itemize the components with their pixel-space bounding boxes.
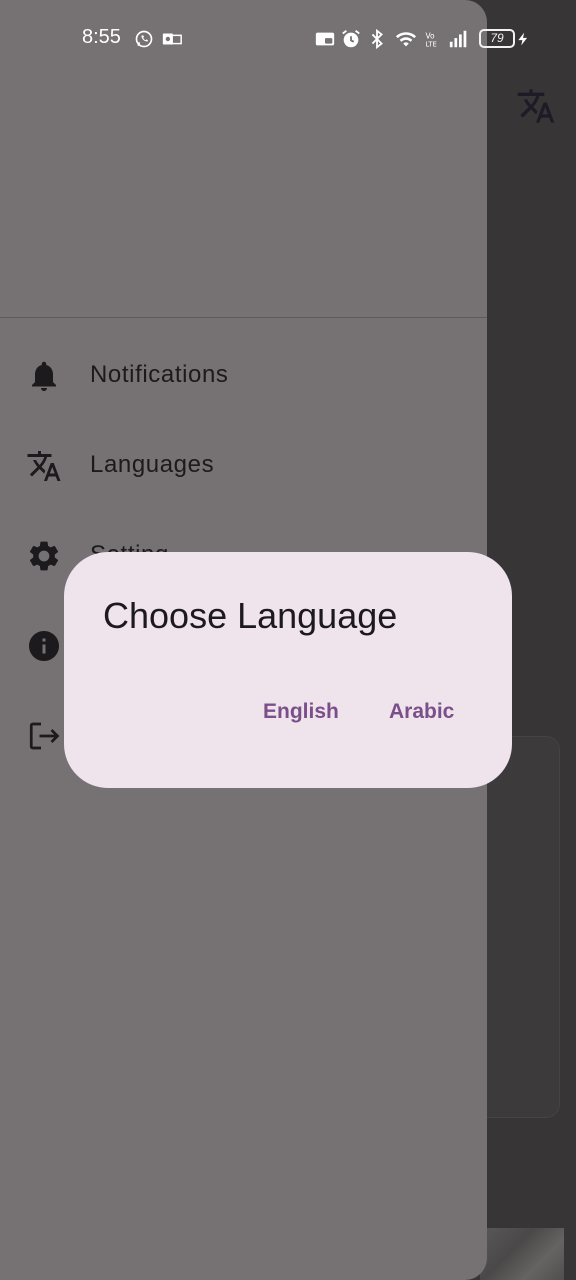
english-button[interactable]: English bbox=[263, 700, 339, 724]
drawer-item-label: Notifications bbox=[90, 361, 229, 388]
battery-icon: 79 bbox=[479, 29, 515, 48]
drawer-item-label: Languages bbox=[90, 451, 215, 478]
volte-icon: Vo LTE bbox=[426, 31, 437, 49]
alarm-icon bbox=[342, 30, 360, 48]
translate-icon[interactable] bbox=[516, 86, 556, 126]
info-icon bbox=[29, 631, 59, 661]
choose-language-dialog: Choose Language English Arabic bbox=[64, 552, 512, 788]
background-image bbox=[480, 1228, 564, 1280]
gear-icon bbox=[29, 541, 59, 571]
status-bar: 8:55 Vo LTE 79 bbox=[0, 0, 576, 78]
wifi-icon bbox=[395, 32, 417, 47]
drawer-item-languages[interactable]: Languages bbox=[0, 421, 487, 511]
outlook-icon bbox=[162, 33, 182, 45]
arabic-button[interactable]: Arabic bbox=[389, 700, 454, 724]
logout-icon bbox=[29, 722, 60, 750]
charging-icon bbox=[518, 32, 528, 46]
translate-icon bbox=[27, 451, 61, 481]
bell-icon bbox=[32, 361, 56, 391]
cast-icon bbox=[315, 32, 335, 46]
bluetooth-icon bbox=[371, 28, 383, 50]
svg-text:Vo: Vo bbox=[426, 31, 436, 40]
signal-icon bbox=[449, 30, 467, 48]
drawer-item-notifications[interactable]: Notifications bbox=[0, 331, 487, 421]
dialog-title: Choose Language bbox=[103, 595, 398, 636]
battery-level: 79 bbox=[490, 31, 504, 45]
whatsapp-icon bbox=[135, 30, 153, 48]
svg-text:LTE: LTE bbox=[426, 41, 437, 49]
status-time: 8:55 bbox=[82, 26, 121, 48]
